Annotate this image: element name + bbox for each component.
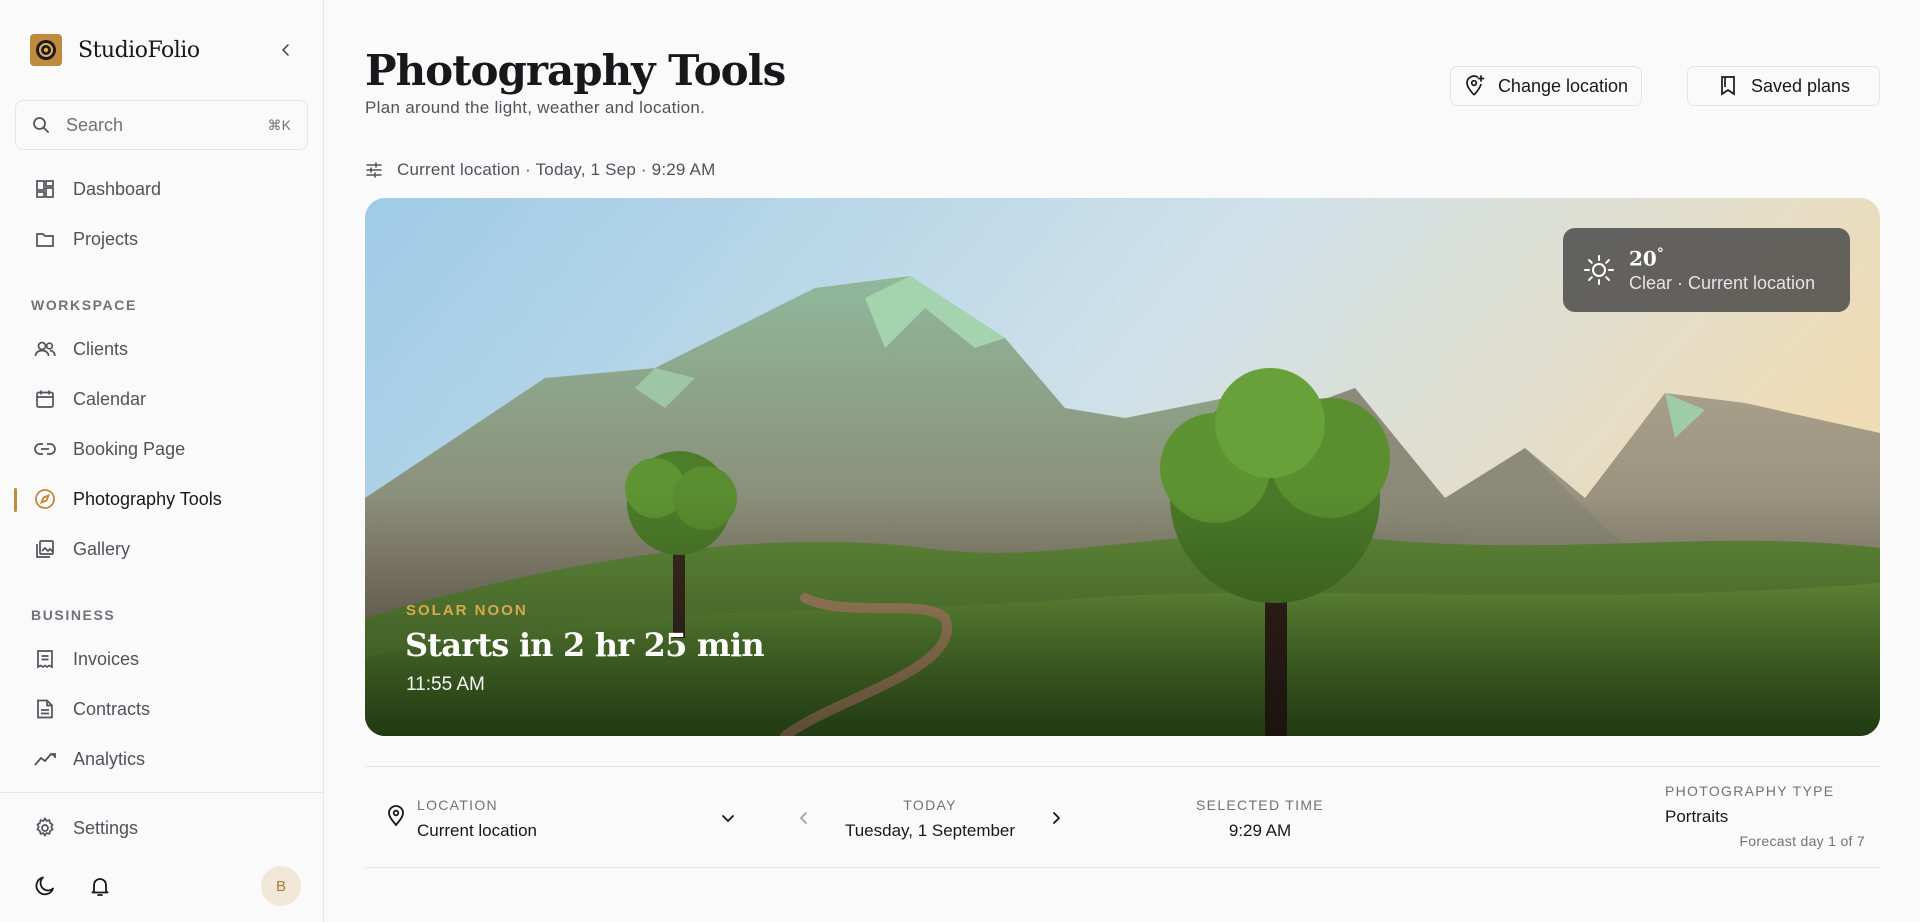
sidebar-item-clients[interactable]: Clients bbox=[16, 327, 308, 371]
sidebar-item-photography-tools[interactable]: Photography Tools bbox=[16, 477, 308, 521]
sidebar-item-contracts[interactable]: Contracts bbox=[16, 687, 308, 731]
map-pin-plus-icon bbox=[1464, 75, 1486, 97]
chevron-right-icon bbox=[1053, 812, 1060, 824]
hero-title: Starts in 2 hr 25 min bbox=[405, 626, 765, 664]
chevron-left-icon bbox=[282, 44, 289, 56]
sidebar-item-invoices[interactable]: Invoices bbox=[16, 637, 308, 681]
weather-card: 20° Clear · Current location bbox=[1563, 228, 1850, 312]
sidebar-item-label: Projects bbox=[73, 228, 139, 249]
sidebar-item-label: Settings bbox=[73, 817, 139, 838]
photography-type-select[interactable]: PHOTOGRAPHY TYPE Portraits Forecast day … bbox=[1655, 777, 1865, 857]
hero-card: 20° Clear · Current location SOLAR NOON … bbox=[365, 198, 1880, 736]
sidebar-item-label: Calendar bbox=[73, 388, 147, 409]
selected-time-picker[interactable]: SELECTED TIME 9:29 AM bbox=[1180, 787, 1340, 847]
photography-type-label: PHOTOGRAPHY TYPE bbox=[1665, 783, 1835, 799]
users-icon bbox=[34, 338, 56, 360]
sidebar-divider bbox=[0, 792, 324, 793]
sidebar-item-label: Invoices bbox=[73, 648, 140, 669]
location-select[interactable]: LOCATION Current location bbox=[417, 787, 747, 847]
sidebar-item-label: Photography Tools bbox=[73, 488, 222, 509]
sidebar-item-analytics[interactable]: Analytics bbox=[16, 737, 308, 781]
next-day-button[interactable] bbox=[1045, 807, 1067, 829]
search-icon bbox=[32, 115, 52, 135]
brand-logo bbox=[30, 34, 62, 66]
date-value: Tuesday, 1 September bbox=[844, 821, 1016, 840]
dark-mode-toggle[interactable] bbox=[31, 872, 59, 900]
sidebar-item-label: Analytics bbox=[73, 748, 146, 769]
collapse-sidebar-button[interactable] bbox=[274, 38, 298, 62]
analytics-icon bbox=[34, 748, 56, 770]
sidebar-item-calendar[interactable]: Calendar bbox=[16, 377, 308, 421]
photography-type-value: Portraits bbox=[1665, 807, 1729, 826]
brand-name: StudioFolio bbox=[78, 37, 200, 63]
chevron-left-icon bbox=[800, 812, 807, 824]
compass-icon bbox=[34, 488, 56, 510]
main-content: Photography Tools Plan around the light,… bbox=[325, 0, 1920, 922]
page-subtitle: Plan around the light, weather and locat… bbox=[365, 98, 706, 117]
folder-icon bbox=[34, 228, 56, 250]
selected-time-value: 9:29 AM bbox=[1228, 821, 1292, 840]
selected-time-label: SELECTED TIME bbox=[1196, 797, 1324, 813]
avatar[interactable]: B bbox=[261, 866, 301, 906]
sidebar-item-projects[interactable]: Projects bbox=[16, 217, 308, 261]
receipt-icon bbox=[34, 648, 56, 670]
date-label: TODAY bbox=[903, 797, 957, 813]
sidebar-item-gallery[interactable]: Gallery bbox=[16, 527, 308, 571]
change-location-label: Change location bbox=[1497, 75, 1629, 96]
location-value: Current location bbox=[417, 821, 538, 840]
moon-icon bbox=[35, 876, 54, 896]
brand[interactable]: StudioFolio bbox=[30, 34, 200, 66]
hero-kicker: SOLAR NOON bbox=[406, 602, 528, 619]
saved-plans-label: Saved plans bbox=[1750, 75, 1851, 96]
previous-day-button[interactable] bbox=[793, 807, 815, 829]
map-pin-icon bbox=[385, 805, 407, 827]
sidebar-item-label: Dashboard bbox=[73, 178, 162, 199]
weather-description: Clear · Current location bbox=[1629, 272, 1816, 293]
calendar-icon bbox=[34, 388, 56, 410]
hero-time: 11:55 AM bbox=[406, 674, 485, 695]
sidebar-item-dashboard[interactable]: Dashboard bbox=[16, 167, 308, 211]
section-label-workspace: WORKSPACE bbox=[31, 297, 137, 313]
forecast-note: Forecast day 1 of 7 bbox=[1739, 833, 1865, 849]
degree-symbol: ° bbox=[1656, 246, 1664, 263]
sidebar: StudioFolio Search ⌘K Dashboard Projects… bbox=[0, 0, 324, 922]
sidebar-item-label: Booking Page bbox=[73, 438, 186, 459]
gear-icon bbox=[34, 817, 56, 839]
bell-icon bbox=[91, 878, 109, 896]
weather-temp: 20° bbox=[1629, 246, 1815, 271]
sidebar-item-label: Clients bbox=[73, 338, 129, 359]
link-icon bbox=[34, 438, 56, 460]
chevron-down-icon bbox=[717, 807, 739, 829]
sidebar-item-settings[interactable]: Settings bbox=[16, 806, 308, 850]
planner-controls: LOCATION Current location TODAY Tuesday,… bbox=[365, 766, 1880, 868]
search-shortcut: ⌘K bbox=[267, 116, 291, 133]
change-location-button[interactable]: Change location bbox=[1450, 66, 1642, 106]
bookmark-icon bbox=[1717, 75, 1739, 97]
location-label: LOCATION bbox=[417, 797, 498, 813]
temperature-value: 20 bbox=[1629, 246, 1657, 271]
search-placeholder: Search bbox=[66, 114, 124, 135]
page-title: Photography Tools bbox=[365, 46, 786, 95]
gallery-icon bbox=[34, 538, 56, 560]
dashboard-icon bbox=[34, 178, 56, 200]
document-icon bbox=[34, 698, 56, 720]
sun-icon bbox=[1584, 255, 1614, 285]
search-input[interactable]: Search ⌘K bbox=[15, 100, 308, 150]
sidebar-item-booking-page[interactable]: Booking Page bbox=[16, 427, 308, 471]
section-label-business: BUSINESS bbox=[31, 607, 116, 623]
sidebar-item-label: Contracts bbox=[73, 698, 151, 719]
context-text: Current location · Today, 1 Sep · 9:29 A… bbox=[397, 160, 716, 179]
sliders-icon bbox=[365, 160, 385, 180]
notifications-button[interactable] bbox=[86, 872, 114, 900]
sidebar-item-label: Gallery bbox=[73, 538, 131, 559]
saved-plans-button[interactable]: Saved plans bbox=[1687, 66, 1880, 106]
context-line[interactable]: Current location · Today, 1 Sep · 9:29 A… bbox=[365, 160, 715, 180]
